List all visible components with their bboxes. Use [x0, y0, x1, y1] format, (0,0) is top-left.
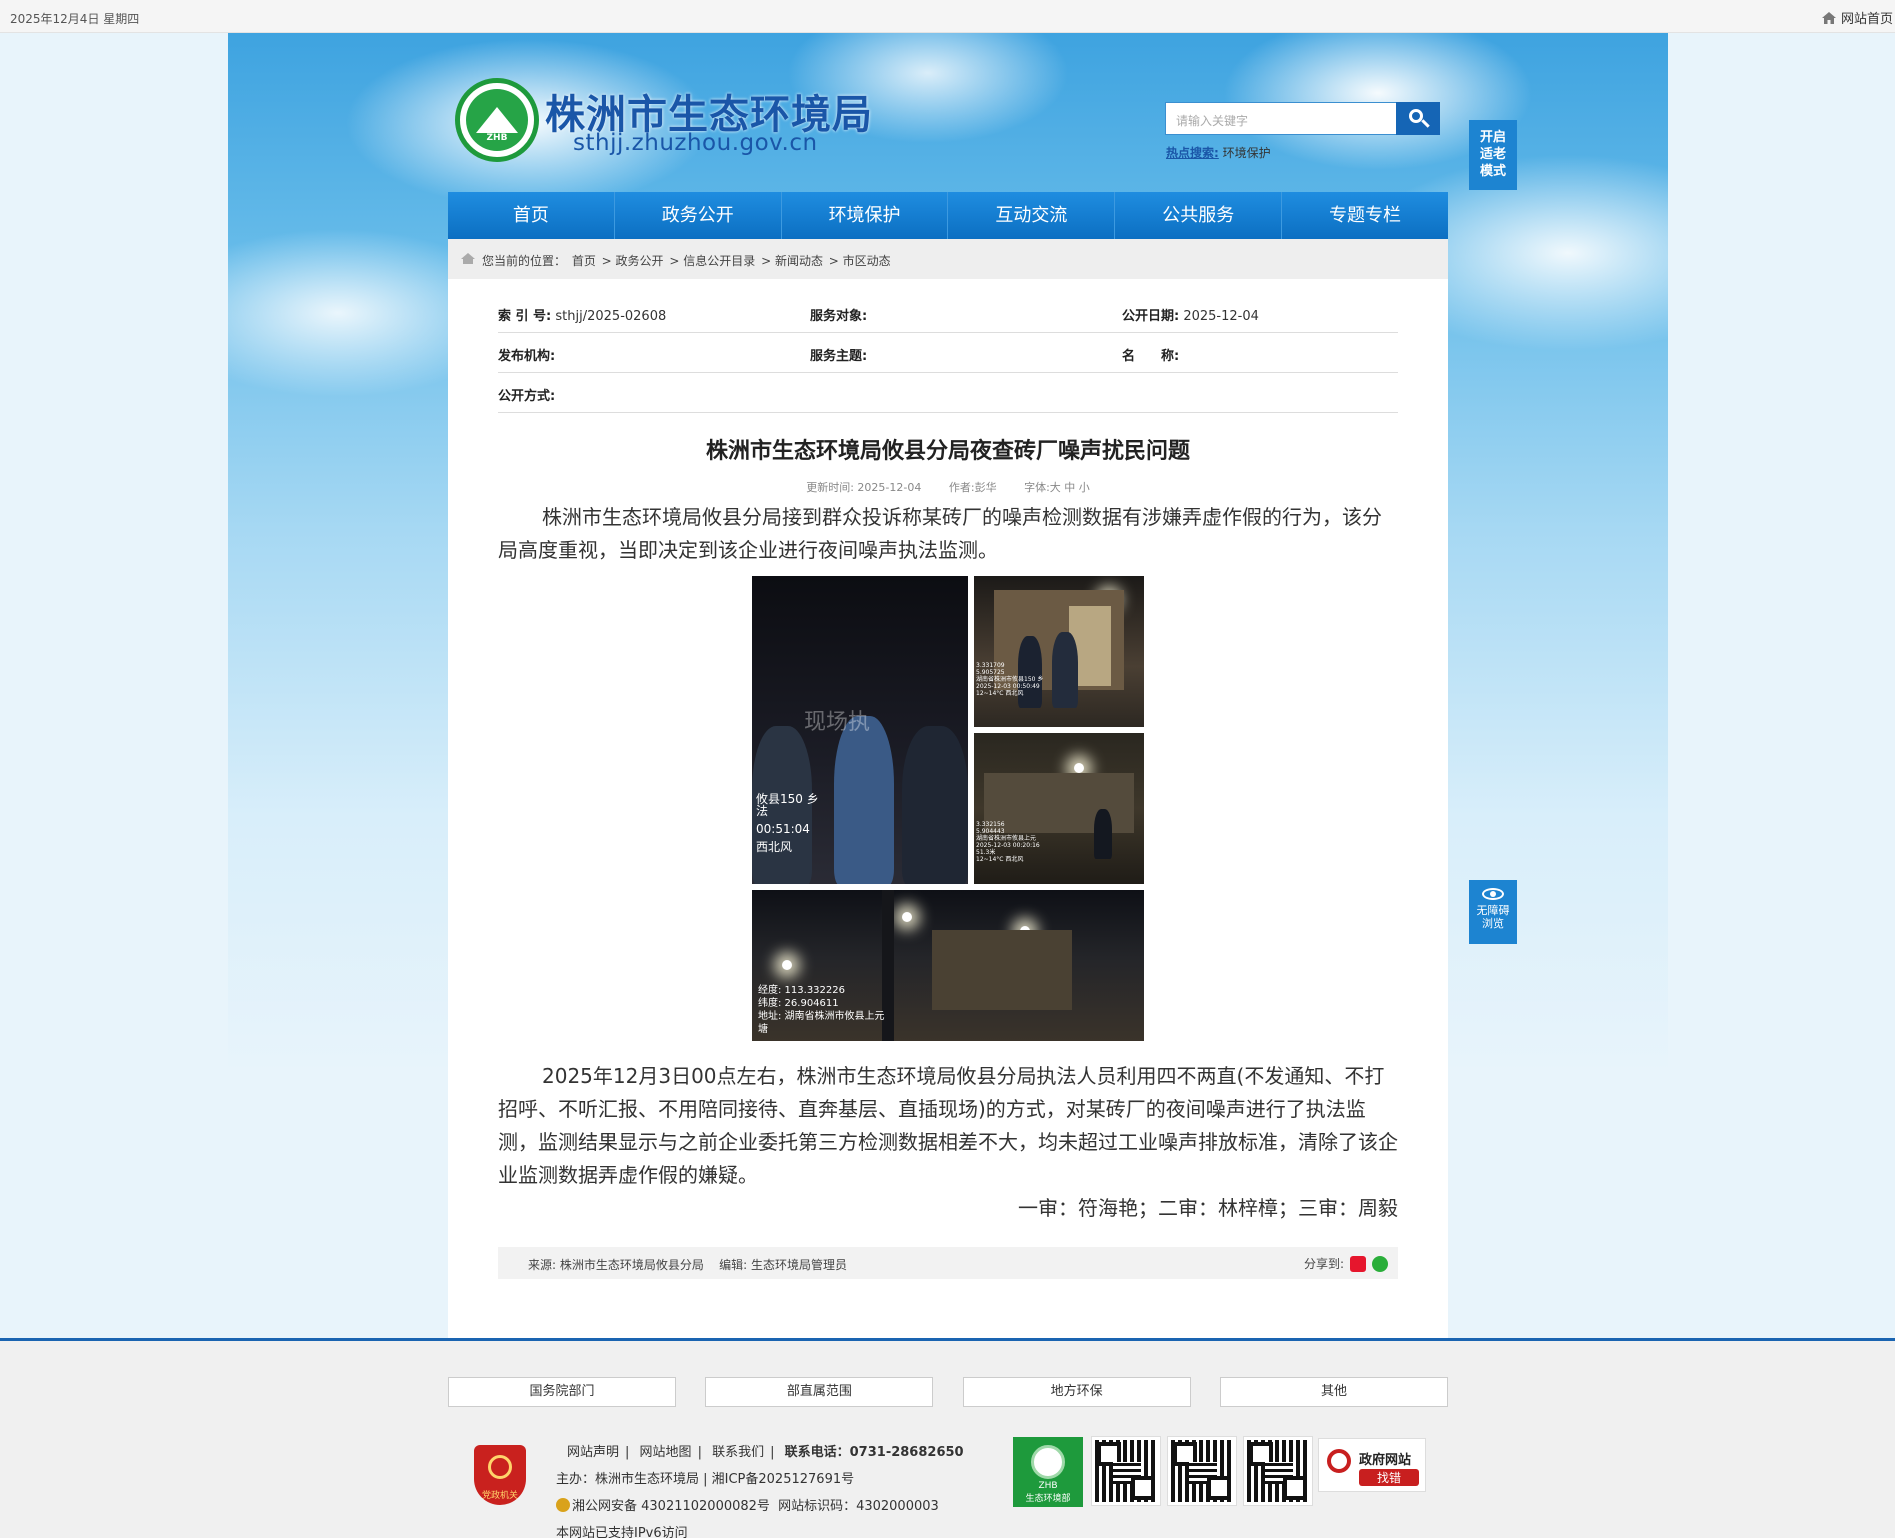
breadcrumb-item[interactable]: 信息公开目录	[683, 254, 755, 268]
nav-public-service[interactable]: 公共服务	[1115, 192, 1283, 239]
top-bar: 2025年12月4日 星期四 网站首页	[0, 0, 1895, 33]
photo-watermark: 现场执	[804, 710, 871, 735]
breadcrumb-item[interactable]: 首页	[572, 254, 596, 268]
magnifier-icon	[1327, 1449, 1351, 1473]
party-government-badge[interactable]: 党政机关	[474, 1445, 526, 1505]
editor: 编辑: 生态环境局管理员	[719, 1258, 847, 1272]
article-photo: 3.331709 5.905725 湖南省株洲市攸县150 乡 2025-12-03 …	[974, 576, 1144, 727]
wechat-icon[interactable]	[1372, 1255, 1388, 1272]
footer-link-group[interactable]: 国务院部门	[448, 1377, 676, 1407]
qr-code	[1243, 1436, 1313, 1506]
footer-phone: 联系电话：0731-28682650	[784, 1445, 964, 1460]
breadcrumb-item[interactable]: 新闻动态	[775, 254, 823, 268]
breadcrumb-prefix: 您当前的位置：	[482, 254, 567, 268]
footer-link-groups: 国务院部门 部直属范围 地方环保 其他	[448, 1377, 1448, 1407]
qr-code	[1091, 1436, 1161, 1506]
accessibility-button[interactable]: 无障碍浏览	[1469, 880, 1517, 944]
article-panel: 索 引 号: sthjj/2025-02608 服务对象: 公开日期: 2025…	[448, 279, 1448, 1338]
meta-row: 公开方式:	[498, 373, 1398, 413]
service-target-label: 服务对象:	[810, 309, 868, 324]
source-bar: 来源: 株洲市生态环境局攸县分局 编辑: 生态环境局管理员 分享到:	[498, 1247, 1398, 1279]
index-label: 索 引 号:	[498, 309, 552, 324]
breadcrumb-item[interactable]: 政务公开	[616, 254, 664, 268]
nav-environment[interactable]: 环境保护	[782, 192, 949, 239]
footer-link[interactable]: 网站声明	[567, 1445, 619, 1460]
gov-error-title: 政府网站	[1359, 1453, 1412, 1468]
logo-text: ZHB	[486, 133, 508, 143]
emblem-icon	[488, 1455, 512, 1479]
article-info: 更新时间: 2025-12-04 作者:彭华 字体:大 中 小	[448, 479, 1448, 495]
meta-row: 索 引 号: sthjj/2025-02608 服务对象: 公开日期: 2025…	[498, 293, 1398, 333]
gov-site-error-report[interactable]: 政府网站 找错	[1318, 1438, 1426, 1492]
badge-text: 党政机关	[481, 1491, 518, 1501]
footer-link-group[interactable]: 部直属范围	[705, 1377, 934, 1407]
mee-logo-abbr: ZHB	[1038, 1481, 1058, 1491]
article-paragraph: 2025年12月3日00点左右，株洲市生态环境局攸县分局执法人员利用四不两直(不…	[498, 1064, 1398, 1187]
article-photo: 经度: 113.332226 纬度: 26.904611 地址: 湖南省株洲市攸县上…	[752, 890, 1144, 1041]
hot-search-term[interactable]: 环境保护	[1223, 146, 1271, 160]
share-box: 分享到:	[1304, 1255, 1388, 1272]
site-domain: sthjj.zhuzhou.gov.cn	[573, 130, 818, 156]
hot-search: 热点搜索: 环境保护	[1166, 144, 1271, 161]
search-button[interactable]	[1396, 102, 1440, 135]
footer-site-id: 网站标识码：4302000003	[778, 1499, 939, 1514]
publisher-label: 发布机构:	[498, 349, 556, 364]
photo-overlay: 经度: 113.332226 纬度: 26.904611 地址: 湖南省株洲市攸县上…	[758, 985, 885, 1035]
gov-error-action: 找错	[1359, 1469, 1419, 1486]
home-link-label: 网站首页	[1840, 12, 1893, 27]
index-value: sthjj/2025-02608	[555, 309, 667, 324]
footer-link[interactable]: 联系我们	[712, 1445, 764, 1460]
current-date: 2025年12月4日 星期四	[10, 12, 140, 26]
share-label: 分享到:	[1303, 1257, 1344, 1271]
bureau-logo[interactable]: ZHB	[455, 78, 539, 162]
nav-special-topics[interactable]: 专题专栏	[1282, 192, 1448, 239]
qr-code	[1167, 1436, 1237, 1506]
author: 作者:彭华	[948, 481, 997, 494]
article-photo: 3.332156 5.904443 湖南省株洲市攸县上元 2025-12-03 00:…	[974, 733, 1144, 884]
footer-link[interactable]: 网站地图	[640, 1445, 692, 1460]
source: 来源: 株洲市生态环境局攸县分局	[528, 1258, 704, 1272]
name-label: 名 称:	[1122, 349, 1180, 364]
footer-link-group[interactable]: 其他	[1219, 1377, 1448, 1407]
breadcrumb: 您当前的位置： 首页 > 政务公开 > 信息公开目录 > 新闻动态 > 市区动态	[448, 239, 1448, 279]
elder-mode-button[interactable]: 开启适老模式	[1469, 120, 1517, 190]
search-input[interactable]: 请输入关键字	[1165, 102, 1397, 135]
article-paragraph: 株洲市生态环境局攸县分局接到群众投诉称某砖厂的噪声检测数据有涉嫌弄虚作假的行为，…	[498, 505, 1382, 562]
footer-ipv6: 本网站已支持IPv6访问	[556, 1526, 688, 1538]
photo-overlay: 3.331709 5.905725 湖南省株洲市攸县150 乡 2025-12-03 …	[976, 662, 1044, 697]
accessibility-label: 无障碍浏览	[1476, 904, 1510, 930]
weibo-icon[interactable]	[1350, 1255, 1366, 1272]
footer-police-record[interactable]: 湘公网安备 43021102000082号	[572, 1499, 770, 1514]
footer: 国务院部门 部直属范围 地方环保 其他 党政机关 网站声明 | 网站地图 | 联系我…	[0, 1338, 1895, 1538]
police-badge-icon	[556, 1498, 570, 1512]
photo-overlay: 攸县150 乡法 00:51:04 西北风	[756, 792, 819, 854]
nav-interaction[interactable]: 互动交流	[948, 192, 1116, 239]
public-date-value: 2025-12-04	[1183, 309, 1259, 324]
article-title: 株洲市生态环境局攸县分局夜查砖厂噪声扰民问题	[705, 439, 1190, 464]
nav-government-affairs[interactable]: 政务公开	[615, 192, 782, 239]
font-size-control[interactable]: 字体:大 中 小	[1024, 481, 1090, 494]
mee-logo[interactable]: ZHB 生态环境部	[1013, 1437, 1083, 1507]
breadcrumb-item[interactable]: 市区动态	[843, 254, 891, 268]
meta-row: 发布机构: 服务主题: 名 称:	[498, 333, 1398, 373]
article-photo: 现场执 攸县150 乡法 00:51:04 西北风	[752, 576, 968, 884]
home-link[interactable]: 网站首页	[1821, 8, 1893, 27]
update-time: 更新时间: 2025-12-04	[806, 481, 922, 494]
footer-info: 网站声明 | 网站地图 | 联系我们 | 联系电话：0731-28682650 主办：…	[556, 1439, 964, 1538]
home-icon	[1821, 11, 1836, 24]
nav-home[interactable]: 首页	[448, 192, 615, 239]
footer-link-group[interactable]: 地方环保	[962, 1377, 1191, 1407]
mee-logo-name: 生态环境部	[1025, 1494, 1071, 1504]
home-icon	[461, 253, 475, 264]
reviewers: 一审：符海艳；二审：林梓樟；三审：周毅	[1018, 1196, 1398, 1220]
service-topic-label: 服务主题:	[810, 349, 868, 364]
public-date-label: 公开日期:	[1122, 309, 1180, 324]
public-method-label: 公开方式:	[498, 389, 556, 404]
eye-icon	[1482, 888, 1504, 900]
photo-overlay: 3.332156 5.904443 湖南省株洲市攸县上元 2025-12-03 00:…	[976, 821, 1040, 863]
footer-host: 主办：株洲市生态环境局 | 湘ICP备2025127691号	[556, 1472, 855, 1487]
main-nav: 首页 政务公开 环境保护 互动交流 公共服务 专题专栏	[448, 192, 1448, 239]
hot-search-label: 热点搜索:	[1166, 146, 1219, 160]
